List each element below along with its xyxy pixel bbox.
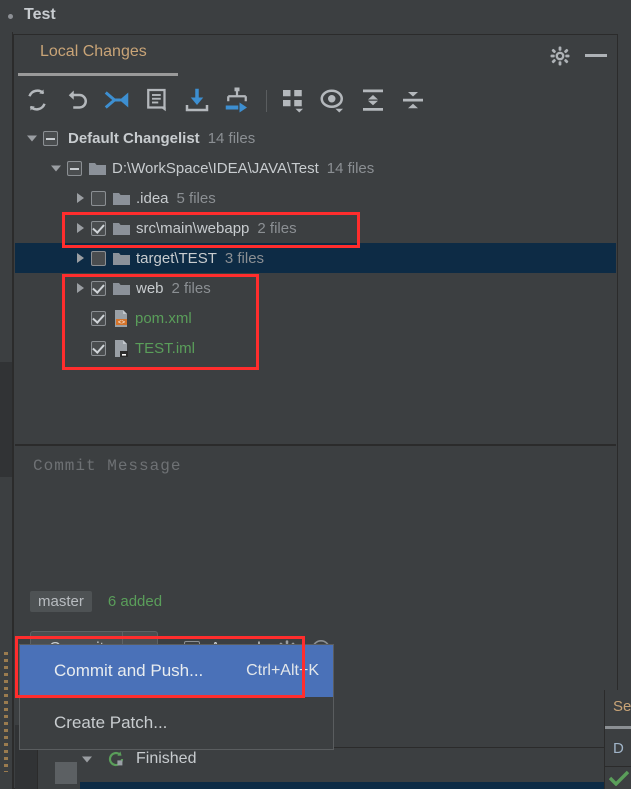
collapse-all-icon[interactable]: [398, 85, 428, 115]
menu-item-commit-and-push[interactable]: Commit and Push... Ctrl+Alt+K: [20, 645, 333, 697]
green-refresh-icon: [108, 750, 126, 768]
triangle-right-icon[interactable]: [73, 221, 87, 235]
commit-message-input[interactable]: Commit Message: [15, 447, 616, 577]
folder-checkbox[interactable]: [91, 250, 106, 266]
triangle-down-icon[interactable]: [80, 752, 94, 766]
window-titlebar: Test: [0, 0, 631, 32]
row-count: 14 files: [326, 159, 375, 177]
status-badge: 6 added: [107, 592, 163, 610]
tab-local-changes[interactable]: Local Changes: [28, 41, 159, 67]
row-label: pom.xml: [135, 309, 192, 327]
collapsed-tool-window-strip[interactable]: Structure Favorites: [0, 32, 13, 789]
file-checkbox[interactable]: [91, 310, 106, 326]
folder-icon: [89, 161, 106, 175]
table-row[interactable]: target\TEST 3 files: [15, 243, 616, 273]
console-finished-row[interactable]: Finished: [80, 750, 196, 768]
folder-checkbox[interactable]: [91, 220, 106, 236]
folder-icon: [113, 281, 130, 295]
table-row[interactable]: D:\WorkSpace\IDEA\JAVA\Test 14 files: [15, 153, 616, 183]
triangle-right-icon[interactable]: [73, 281, 87, 295]
folder-checkbox[interactable]: [67, 160, 82, 176]
triangle-right-icon[interactable]: [73, 191, 87, 205]
folder-icon: [113, 251, 130, 265]
undo-arrow-icon[interactable]: [62, 85, 92, 115]
page-title: Test: [24, 6, 56, 23]
stop-square-icon[interactable]: [55, 762, 77, 784]
row-label: Default Changelist: [68, 129, 200, 147]
console-selected-bar: [80, 782, 619, 789]
folder-checkbox[interactable]: [91, 280, 106, 296]
strip-dashes: [4, 652, 8, 772]
right-side-panel[interactable]: Se D: [604, 690, 631, 789]
toolbar-separator: [266, 90, 267, 112]
folder-checkbox[interactable]: [91, 190, 106, 206]
refresh-icon[interactable]: [22, 85, 52, 115]
folder-icon: [113, 191, 130, 205]
row-label: TEST.iml: [135, 339, 195, 357]
triangle-right-icon[interactable]: [73, 251, 87, 265]
row-label: target\TEST: [136, 249, 217, 267]
branch-status-row: master 6 added: [30, 589, 162, 613]
row-count: 14 files: [207, 129, 256, 147]
gear-icon[interactable]: [549, 45, 571, 67]
table-row[interactable]: TEST.iml: [15, 333, 616, 363]
download-icon[interactable]: [182, 85, 212, 115]
group-by-icon[interactable]: [278, 85, 308, 115]
branch-badge: master: [30, 590, 92, 612]
right-panel-underline: [605, 726, 631, 729]
iml-module-file-icon: [113, 339, 129, 357]
menu-item-label: Commit and Push...: [54, 661, 204, 680]
strip-block: [0, 362, 12, 477]
folder-icon: [113, 221, 130, 235]
right-panel-label-1: Se: [613, 698, 631, 715]
console-status-label: Finished: [136, 750, 197, 767]
table-row[interactable]: .idea 5 files: [15, 183, 616, 213]
ide-window: Structure Favorites Test Local Changes: [0, 0, 631, 789]
row-label: .idea: [136, 189, 169, 207]
row-label: web: [136, 279, 164, 297]
eye-icon[interactable]: [318, 85, 348, 115]
xml-file-icon: <>: [113, 309, 129, 327]
row-count: 5 files: [176, 189, 216, 207]
menu-item-shortcut: Ctrl+Alt+K: [246, 662, 319, 679]
table-row[interactable]: Default Changelist 14 files: [15, 123, 616, 153]
row-count: 2 files: [171, 279, 211, 297]
svg-text:<>: <>: [118, 320, 126, 326]
table-row[interactable]: web 2 files: [15, 273, 616, 303]
changes-tree[interactable]: Default Changelist 14 files D:\WorkSpace…: [15, 123, 616, 443]
right-panel-divider: [605, 766, 631, 767]
move-branch-icon[interactable]: [222, 85, 252, 115]
expand-all-icon[interactable]: [358, 85, 388, 115]
panel-splitter[interactable]: [15, 444, 616, 446]
row-label: src\main\webapp: [136, 219, 250, 237]
commit-dropdown-menu[interactable]: Commit and Push... Ctrl+Alt+K Create Pat…: [19, 644, 334, 750]
triangle-down-icon[interactable]: [25, 131, 39, 145]
changes-toolbar: [14, 79, 617, 121]
note-icon[interactable]: [142, 85, 172, 115]
tool-window-tabbar: Local Changes: [14, 35, 617, 76]
changelist-checkbox[interactable]: [43, 130, 58, 146]
row-label: D:\WorkSpace\IDEA\JAVA\Test: [112, 159, 319, 177]
right-panel-label-2: D: [613, 740, 624, 757]
row-count: 2 files: [257, 219, 297, 237]
table-row[interactable]: src\main\webapp 2 files: [15, 213, 616, 243]
tab-underline: [18, 73, 178, 76]
table-row[interactable]: <> pom.xml: [15, 303, 616, 333]
menu-item-create-patch[interactable]: Create Patch...: [20, 697, 333, 749]
diff-arrows-icon[interactable]: [102, 85, 132, 115]
file-checkbox[interactable]: [91, 340, 106, 356]
triangle-down-icon[interactable]: [49, 161, 63, 175]
minimize-icon[interactable]: [585, 54, 607, 57]
commit-message-placeholder: Commit Message: [33, 457, 182, 475]
menu-item-label: Create Patch...: [54, 713, 168, 732]
green-check-icon: [608, 770, 630, 787]
strip-label-upper: Structure: [0, 72, 12, 118]
row-count: 3 files: [224, 249, 265, 267]
modified-dot-icon: [8, 14, 13, 19]
